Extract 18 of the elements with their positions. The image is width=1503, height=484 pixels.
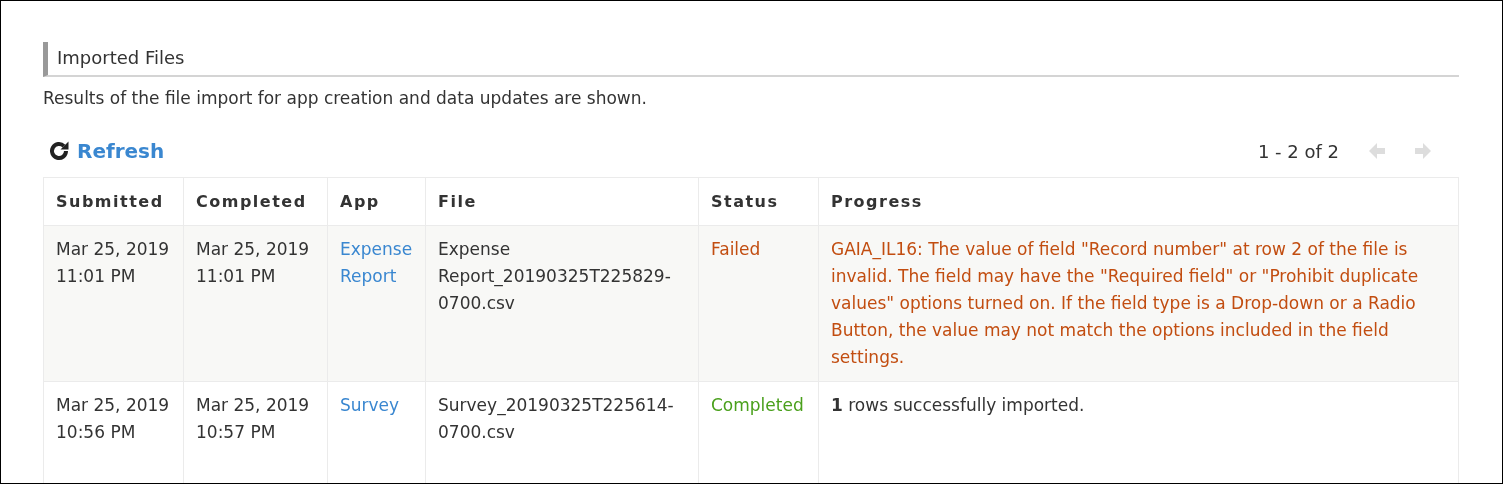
column-header: Progress [818, 177, 1459, 226]
section-description: Results of the file import for app creation and data updates are shown. [43, 87, 648, 110]
app-link[interactable]: Survey [340, 392, 413, 419]
refresh-link[interactable]: Refresh [43, 139, 165, 163]
table-cell: Expense Report_20190325T225829-0700.csv [425, 225, 699, 382]
column-header: Status [698, 177, 819, 226]
column-header: App [327, 177, 426, 226]
section-title: Imported Files [57, 46, 186, 70]
table-cell: Mar 25, 2019 11:01 PM [183, 225, 328, 382]
status-cell: Failed [698, 225, 819, 382]
refresh-icon [47, 139, 71, 163]
column-header: Submitted [43, 177, 184, 226]
table-cell: Mar 25, 2019 11:01 PM [43, 225, 184, 382]
column-header: File [425, 177, 699, 226]
page-range: 1 - 2 of 2 [1257, 140, 1339, 162]
progress-cell: GAIA_IL16: The value of field "Record number" at row 2 of the file is invalid. The field may have the "Required field" or "Prohibit duplicate values" options turned on. If the field type is a Drop-down or a Radio Button, the value may not match the options included in the field settings. [818, 225, 1459, 382]
table-cell: Mar 25, 2019 10:56 PM [43, 381, 184, 483]
column-header: Completed [183, 177, 328, 226]
